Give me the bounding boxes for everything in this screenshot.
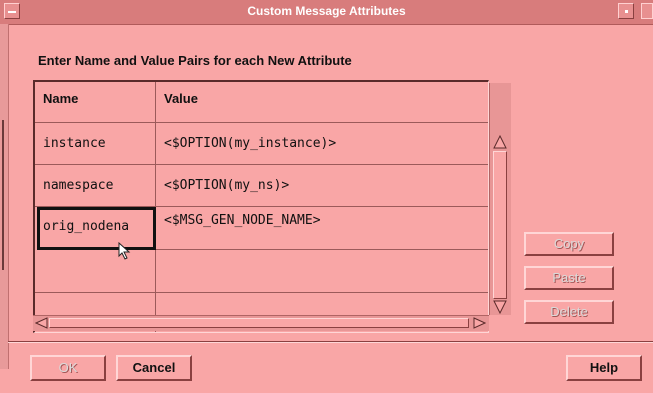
help-button[interactable]: Help: [566, 355, 642, 381]
mouse-cursor-icon: [118, 242, 131, 260]
scroll-left-icon[interactable]: [35, 317, 48, 329]
instruction-label: Enter Name and Value Pairs for each New …: [38, 53, 352, 68]
table-cell-name-selected[interactable]: orig_nodena: [37, 207, 156, 250]
scroll-right-icon[interactable]: [473, 317, 486, 329]
dialog-window: Custom Message Attributes Enter Name and…: [0, 0, 653, 393]
window-title: Custom Message Attributes: [247, 4, 406, 18]
maximize-button[interactable]: [641, 3, 653, 19]
minimize-icon: [625, 10, 628, 13]
ok-button[interactable]: OK: [30, 355, 106, 381]
scroll-down-icon[interactable]: [493, 300, 507, 314]
table-cell-value[interactable]: <$OPTION(my_ns)>: [156, 165, 488, 207]
paste-button[interactable]: Paste: [524, 266, 614, 290]
minimize-button[interactable]: [618, 3, 634, 19]
window-left-edge: [0, 24, 9, 369]
column-header-name[interactable]: Name: [35, 82, 156, 123]
scroll-up-icon[interactable]: [493, 135, 507, 149]
table-cell-name[interactable]: namespace: [35, 165, 156, 207]
table-cell-value[interactable]: <$MSG_GEN_NODE_NAME>: [156, 207, 488, 250]
table-cell-value[interactable]: [156, 250, 488, 293]
delete-button[interactable]: Delete: [524, 300, 614, 324]
title-bar[interactable]: Custom Message Attributes: [0, 0, 653, 25]
table-cell-name[interactable]: [35, 250, 156, 293]
edge-mark: [2, 120, 4, 270]
copy-button[interactable]: Copy: [524, 232, 614, 256]
column-header-value[interactable]: Value: [156, 82, 488, 123]
footer-separator: [8, 341, 653, 343]
vertical-scrollbar[interactable]: [489, 83, 511, 315]
table-cell-value[interactable]: <$OPTION(my_instance)>: [156, 123, 488, 165]
attribute-table: Name Value instance <$OPTION(my_instance…: [33, 80, 489, 333]
horizontal-scrollbar[interactable]: [33, 315, 489, 331]
vertical-scroll-thumb[interactable]: [493, 151, 507, 299]
horizontal-scroll-thumb[interactable]: [49, 318, 469, 328]
table-cell-name[interactable]: instance: [35, 123, 156, 165]
cancel-button[interactable]: Cancel: [116, 355, 192, 381]
